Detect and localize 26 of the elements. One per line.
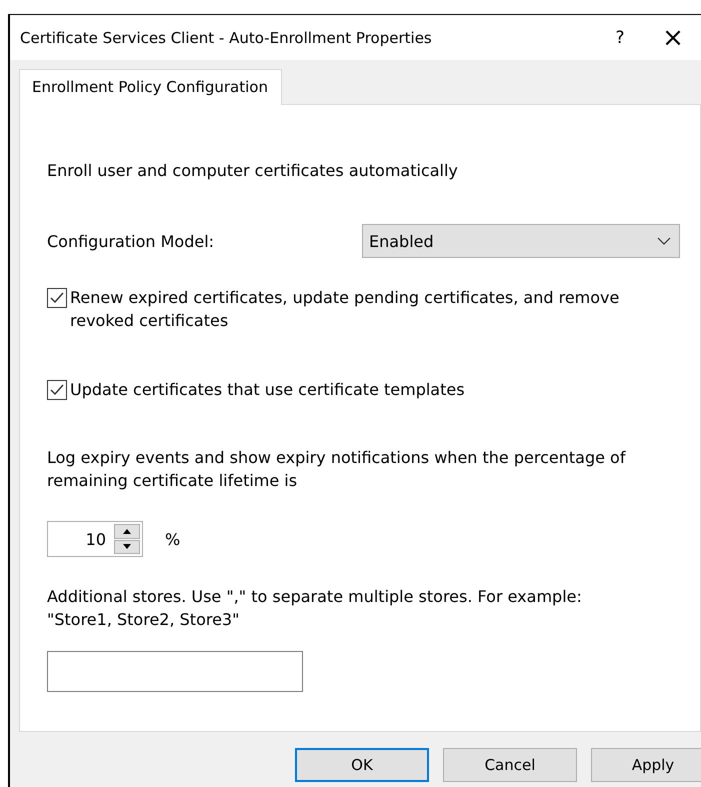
checkbox[interactable] — [47, 380, 67, 400]
tab[interactable]: Enrollment Policy Configuration — [19, 69, 282, 105]
help-button[interactable]: ? — [595, 16, 645, 60]
chevron-down-icon — [657, 237, 671, 245]
stores-description: Additional stores. Use "," to separate multiple stores. For example: "Store1, Store2, Store3" — [47, 586, 583, 631]
expiry-description: Log expiry events and show expiry notifications when the percentage of remaining certificate lifetime is — [47, 447, 627, 492]
spin-up-button[interactable] — [114, 524, 140, 538]
intro-text: Enroll user and computer certificates automatically — [47, 160, 459, 182]
window-title: Certificate Services Client - Auto-Enrollment Properties — [20, 28, 433, 46]
checkbox[interactable] — [47, 288, 67, 308]
stores-input-field[interactable] — [47, 651, 303, 692]
spin-down-button[interactable] — [114, 540, 140, 554]
dialog-button[interactable]: OK — [295, 748, 429, 782]
checkbox-label: Update certificates that use certificate templates — [70, 379, 465, 401]
down-triangle-icon — [123, 544, 131, 550]
checkmark-icon — [50, 384, 64, 396]
configuration-model-label: Configuration Model: — [47, 232, 214, 250]
percent-unit: % — [165, 530, 180, 548]
dialog-button[interactable]: Apply — [591, 748, 701, 782]
checkbox-label: Renew expired certificates, update pending certificates, and remove revoked certificates — [70, 287, 620, 332]
close-button[interactable]: × — [645, 16, 701, 60]
up-triangle-icon — [123, 528, 131, 534]
dialog-button[interactable]: Cancel — [443, 748, 577, 782]
percentage-spinner[interactable]: 10 — [47, 521, 143, 557]
configuration-model-dropdown[interactable]: Enabled — [362, 224, 680, 258]
checkmark-icon — [50, 292, 64, 304]
